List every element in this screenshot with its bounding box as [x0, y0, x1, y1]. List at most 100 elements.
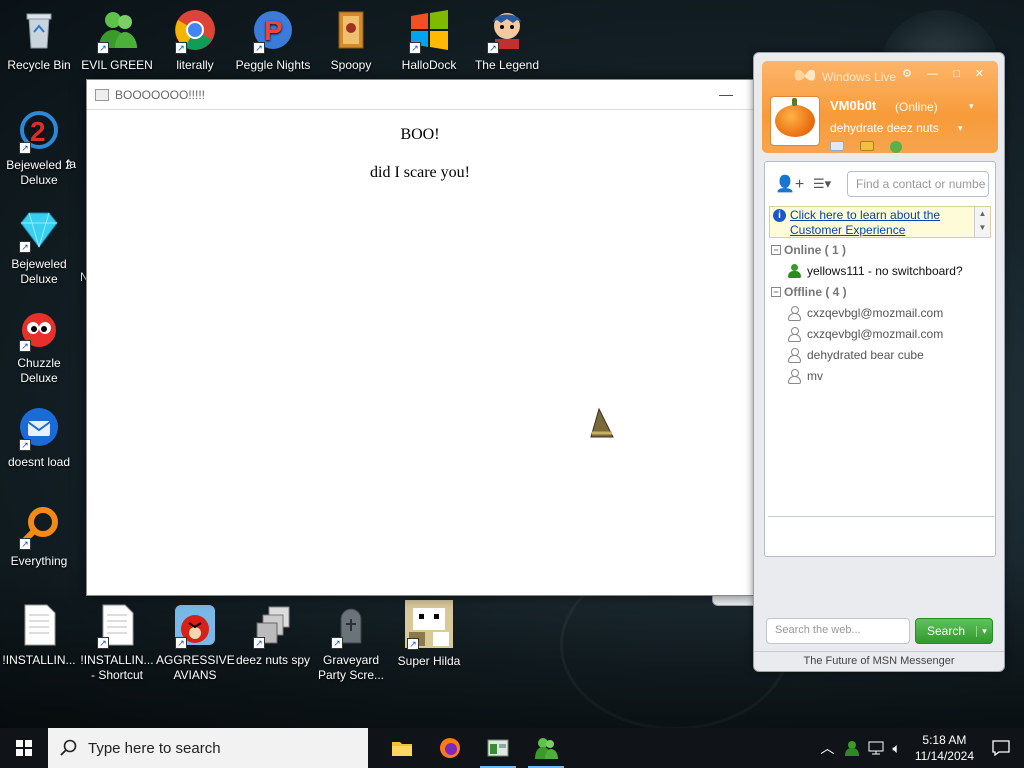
windows-logo-icon: ↗ [407, 8, 451, 54]
desktop-icon-label: !INSTALLIN... [2, 653, 76, 667]
taskbar-firefox[interactable] [426, 728, 474, 768]
pixel-hilda-icon: ↗ [405, 600, 453, 650]
search-icon [60, 739, 77, 756]
taskbar-search-placeholder: Type here to search [88, 739, 221, 757]
desktop-icon-graveyard-party[interactable]: ↗ Graveyard Party Scre... [312, 603, 390, 683]
desktop-icon-spoopy[interactable]: Spoopy [312, 8, 390, 73]
sort-options-icon[interactable]: ☰▾ [813, 176, 831, 192]
peggle-icon: P ↗ [251, 8, 295, 54]
contact-name: yellows111 - no switchboard? [807, 264, 963, 278]
desktop-icon-label: Peggle Nights [235, 58, 311, 72]
boo-dialog-titlebar[interactable]: BOOOOOOO!!!!! — [87, 80, 753, 110]
find-contact-input[interactable]: Find a contact or numbe [847, 171, 989, 197]
taskbar-file-explorer[interactable] [378, 728, 426, 768]
add-contact-icon[interactable]: 👤+ [775, 174, 804, 194]
info-scroll[interactable]: ▲ ▼ [974, 207, 990, 237]
messenger-header: Windows Live ⚙ — □ ✕ VM0b0t (Online) ▾ d… [762, 61, 998, 153]
messenger-window[interactable]: Windows Live ⚙ — □ ✕ VM0b0t (Online) ▾ d… [753, 52, 1005, 672]
desktop-icon-peggle-nights[interactable]: P ↗ Peggle Nights [234, 8, 312, 73]
chuzzle-icon: ↗ [17, 306, 61, 352]
desktop-icon-aggressive-avians[interactable]: ↗ AGGRESSIVE AVIANS [156, 603, 235, 683]
chevron-up-icon[interactable]: ︿ [820, 738, 834, 758]
mail-icon[interactable] [830, 141, 844, 151]
system-tray: ︿ 🔈︎ 5:18 AM 11/14/2024 [820, 728, 1024, 768]
desktop-icon-doesnt-load[interactable]: ↗ doesnt load [0, 405, 78, 470]
everything-search-icon: ↗ [17, 504, 61, 550]
windows-start-icon [16, 740, 32, 756]
taskbar-messenger[interactable] [522, 728, 570, 768]
desktop-icon-installin[interactable]: !INSTALLIN... [0, 603, 78, 668]
desktop-icon-the-legend[interactable]: ↗ The Legend [468, 8, 546, 73]
user-display-name[interactable]: VM0b0t [830, 98, 876, 113]
window-controls[interactable]: ⚙ — □ ✕ [902, 67, 990, 80]
bejeweled2-icon: 2 ↗ [17, 108, 61, 154]
user-avatar-pumpkin[interactable] [770, 96, 820, 146]
desktop-icon-label: literally [176, 58, 214, 72]
contact-name: cxzqevbgl@mozmail.com [807, 306, 944, 320]
offline-contact-icon [787, 306, 801, 321]
document-icon [17, 603, 61, 647]
collapse-icon[interactable]: − [771, 245, 781, 255]
group-online[interactable]: − Online ( 1 ) [771, 243, 846, 257]
customer-experience-link[interactable]: Click here to learn about the Customer E… [790, 208, 940, 237]
search-dropdown-icon[interactable]: ▾ [976, 625, 992, 637]
desktop-icon-literally[interactable]: ↗ literally [156, 8, 234, 73]
desktop-icon-label: Chuzzle Deluxe [17, 356, 61, 385]
volume-icon[interactable]: 🔈︎ [892, 740, 900, 757]
collapse-icon[interactable]: − [771, 287, 781, 297]
network-icon[interactable] [868, 741, 884, 755]
xbox-icon[interactable] [890, 141, 902, 153]
info-bar[interactable]: i Click here to learn about the Customer… [769, 206, 991, 238]
desktop-icon-label: doesnt load [7, 455, 71, 469]
desktop-icon-label: Super Hilda [397, 654, 461, 668]
contact-item[interactable]: dehydrated bear cube [787, 348, 924, 363]
desktop-icon-evil-green-men[interactable]: ↗ EVIL GREEN MEN CO [78, 8, 156, 73]
divider [768, 516, 994, 517]
recycle-bin-icon [17, 8, 61, 52]
contact-item[interactable]: cxzqevbgl@mozmail.com [787, 306, 944, 321]
desktop-icon-label: Recycle Bin [7, 58, 71, 72]
desktop-icon-bejeweled-deluxe[interactable]: ↗ Bejeweled Deluxe [0, 207, 78, 287]
taskbar-app-window[interactable] [474, 728, 522, 768]
desktop-icon-partial-label: fa [66, 157, 77, 171]
clock-time: 5:18 AM [922, 733, 967, 747]
contact-item[interactable]: mv [787, 369, 823, 384]
desktop-icon-installin-shortcut[interactable]: ↗ !INSTALLIN... - Shortcut [78, 603, 156, 683]
desktop-icon-hallodock[interactable]: ↗ HalloDock [390, 8, 468, 73]
desktop-icon-everything[interactable]: ↗ Everything [0, 504, 78, 569]
contact-name: dehydrated bear cube [807, 348, 924, 362]
message-dropdown-icon[interactable]: ▾ [958, 123, 963, 134]
personal-message[interactable]: dehydrate deez nuts [830, 121, 939, 135]
contact-name: cxzqevbgl@mozmail.com [807, 327, 944, 341]
app-window-icon [487, 739, 509, 757]
status-dropdown-icon[interactable]: ▾ [969, 101, 974, 112]
web-search-input[interactable]: Search the web... [766, 618, 910, 644]
start-button[interactable] [0, 728, 48, 768]
desktop-icon-recycle-bin[interactable]: Recycle Bin [0, 8, 78, 73]
desktop-icon-label: Graveyard Party Scre... [317, 653, 385, 682]
boo-message: did I scare you! [370, 164, 470, 181]
contact-item[interactable]: cxzqevbgl@mozmail.com [787, 327, 944, 342]
messenger-title: Windows Live [822, 70, 897, 84]
clock[interactable]: 5:18 AM 11/14/2024 [915, 732, 974, 764]
contact-name: mv [807, 369, 823, 383]
character-icon: ↗ [485, 8, 529, 54]
boo-dialog-window[interactable]: BOOOOOOO!!!!! — BOO! did I scare you! [86, 79, 754, 596]
document-icon: ↗ [95, 603, 139, 649]
contact-list-panel: 👤+ ☰▾ Find a contact or numbe i Click he… [764, 161, 996, 557]
messenger-tray-icon[interactable] [844, 740, 860, 756]
user-status[interactable]: (Online) [895, 100, 938, 114]
folder-icon[interactable] [860, 141, 874, 151]
desktop-icon-label: EVIL GREEN MEN CO [81, 58, 153, 72]
desktop-icon-super-hilda[interactable]: ↗ Super Hilda [390, 600, 468, 669]
minimize-button[interactable]: — [719, 86, 733, 102]
notifications-icon[interactable] [992, 740, 1010, 756]
contact-item[interactable]: yellows111 - no switchboard? [787, 264, 963, 278]
desktop-icon-deez-nuts-spy[interactable]: ↗ deez nuts spy [234, 603, 312, 668]
taskbar-search-box[interactable]: Type here to search [48, 728, 368, 768]
desktop-icon-label: Bejeweled Deluxe [11, 257, 67, 286]
search-button[interactable]: Search ▾ [915, 618, 993, 644]
desktop-icon-chuzzle-deluxe[interactable]: ↗ Chuzzle Deluxe [0, 306, 78, 386]
desktop-icon-bejeweled-2[interactable]: 2 ↗ Bejeweled 2 Deluxe [0, 108, 78, 188]
group-offline[interactable]: − Offline ( 4 ) [771, 285, 847, 299]
